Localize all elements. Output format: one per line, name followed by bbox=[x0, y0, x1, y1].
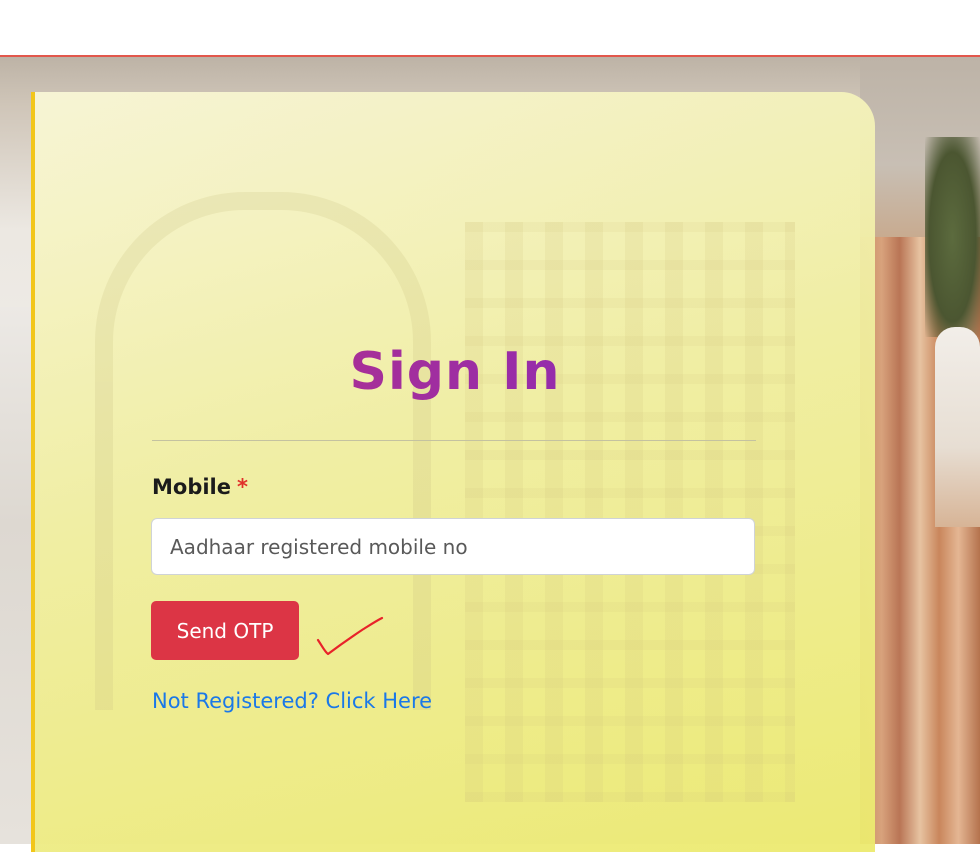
background-temple bbox=[935, 327, 980, 527]
card-building-watermark bbox=[465, 222, 795, 802]
register-link[interactable]: Not Registered? Click Here bbox=[152, 689, 432, 713]
mobile-input[interactable] bbox=[151, 518, 755, 575]
required-marker: * bbox=[237, 475, 248, 499]
signin-card: Sign In Mobile* Send OTP Not Registered?… bbox=[31, 92, 875, 852]
title-divider bbox=[152, 440, 756, 441]
background-trees bbox=[925, 137, 980, 337]
page-title: Sign In bbox=[35, 342, 875, 402]
checkmark-icon bbox=[316, 616, 384, 656]
send-otp-button[interactable]: Send OTP bbox=[151, 601, 299, 660]
mobile-label: Mobile * bbox=[152, 475, 248, 499]
top-blank-area bbox=[0, 0, 980, 55]
mobile-label-text: Mobile bbox=[152, 475, 231, 499]
